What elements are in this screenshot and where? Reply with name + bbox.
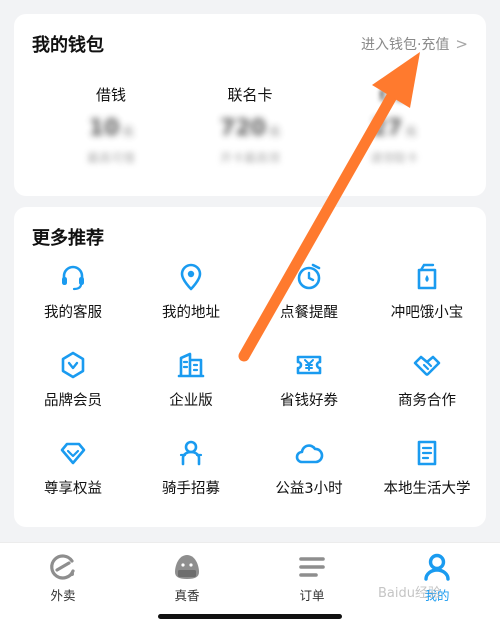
wallet-stat-label: 联名卡 [227,86,273,104]
service-grid: 我的客服 我的地址 点餐提醒 冲吧饿小宝 品牌会员 企业版 省钱好券 商务合作 … [14,262,486,522]
baidu-watermark: Baidu经验 [378,586,441,601]
coupon-icon [296,355,322,375]
more-recommend-card: 更多推荐 我的客服 我的地址 点餐提醒 冲吧饿小宝 品牌会员 企业版 省钱好券 … [14,207,486,527]
headset-icon [62,265,84,291]
handshake-icon [413,355,441,376]
user-icon [424,553,450,581]
diamond-icon [60,442,86,465]
location-pin-icon [180,263,202,291]
rider-icon [179,440,203,466]
alarm-clock-icon [297,263,321,290]
service-customer-service[interactable]: 我的客服 [14,262,132,342]
book-icon [417,440,437,466]
wallet-enter-link[interactable]: 进入钱包·充值 > [361,34,468,54]
service-local-university[interactable]: 本地生活大学 [368,438,486,518]
chevron-right-icon: > [455,35,468,53]
cup-icon [417,263,437,290]
service-rider-recruit[interactable]: 骑手招募 [132,438,250,518]
tab-orders[interactable]: 订单 [267,551,357,604]
wallet-stat-value: 10 元 [88,116,134,141]
eleme-logo-icon [50,554,75,580]
cloud-icon [295,444,324,464]
service-business[interactable]: 商务合作 [368,350,486,430]
building-icon [177,352,205,378]
wallet-stat-sub: 开卡最高领 [219,151,280,165]
rice-ball-icon [175,555,199,579]
tab-takeout[interactable]: 外卖 [18,551,108,604]
service-premium-benefits[interactable]: 尊享权益 [14,438,132,518]
wallet-stat-value: 27 元 [371,116,417,141]
wallet-stats: 借钱 10 元 最高可借 联名卡 720 元 开卡最高领 红包 27 元 请领取卡 [14,84,486,184]
wallet-stat-loan[interactable]: 借钱 10 元 最高可借 [51,84,171,166]
home-indicator [158,614,342,619]
wallet-stat-value: 720 元 [220,116,280,141]
service-cup[interactable]: 冲吧饿小宝 [368,262,486,342]
wallet-card: 我的钱包 进入钱包·充值 > 借钱 10 元 最高可借 联名卡 720 元 开卡最高… [14,14,486,196]
wallet-title: 我的钱包 [32,35,104,56]
shield-badge-icon [61,351,85,379]
wallet-stat-label: 借钱 [95,86,126,104]
wallet-stat-card[interactable]: 联名卡 720 元 开卡最高领 [190,84,310,166]
service-my-address[interactable]: 我的地址 [132,262,250,342]
service-order-reminder[interactable]: 点餐提醒 [250,262,368,342]
service-brand-member[interactable]: 品牌会员 [14,350,132,430]
service-charity[interactable]: 公益3小时 [250,438,368,518]
wallet-stat-redpacket[interactable]: 红包 27 元 请领取卡 [334,84,454,166]
more-recommend-title: 更多推荐 [32,228,104,249]
list-icon [299,557,325,577]
wallet-stat-sub: 请领取卡 [369,151,418,165]
wallet-stat-sub: 最高可借 [86,151,135,165]
service-enterprise[interactable]: 企业版 [132,350,250,430]
tab-zhenxiang[interactable]: 真香 [142,551,232,604]
wallet-link-label: 进入钱包·充值 [360,37,450,53]
service-coupon[interactable]: 省钱好券 [250,350,368,430]
wallet-stat-label: 红包 [378,86,409,104]
